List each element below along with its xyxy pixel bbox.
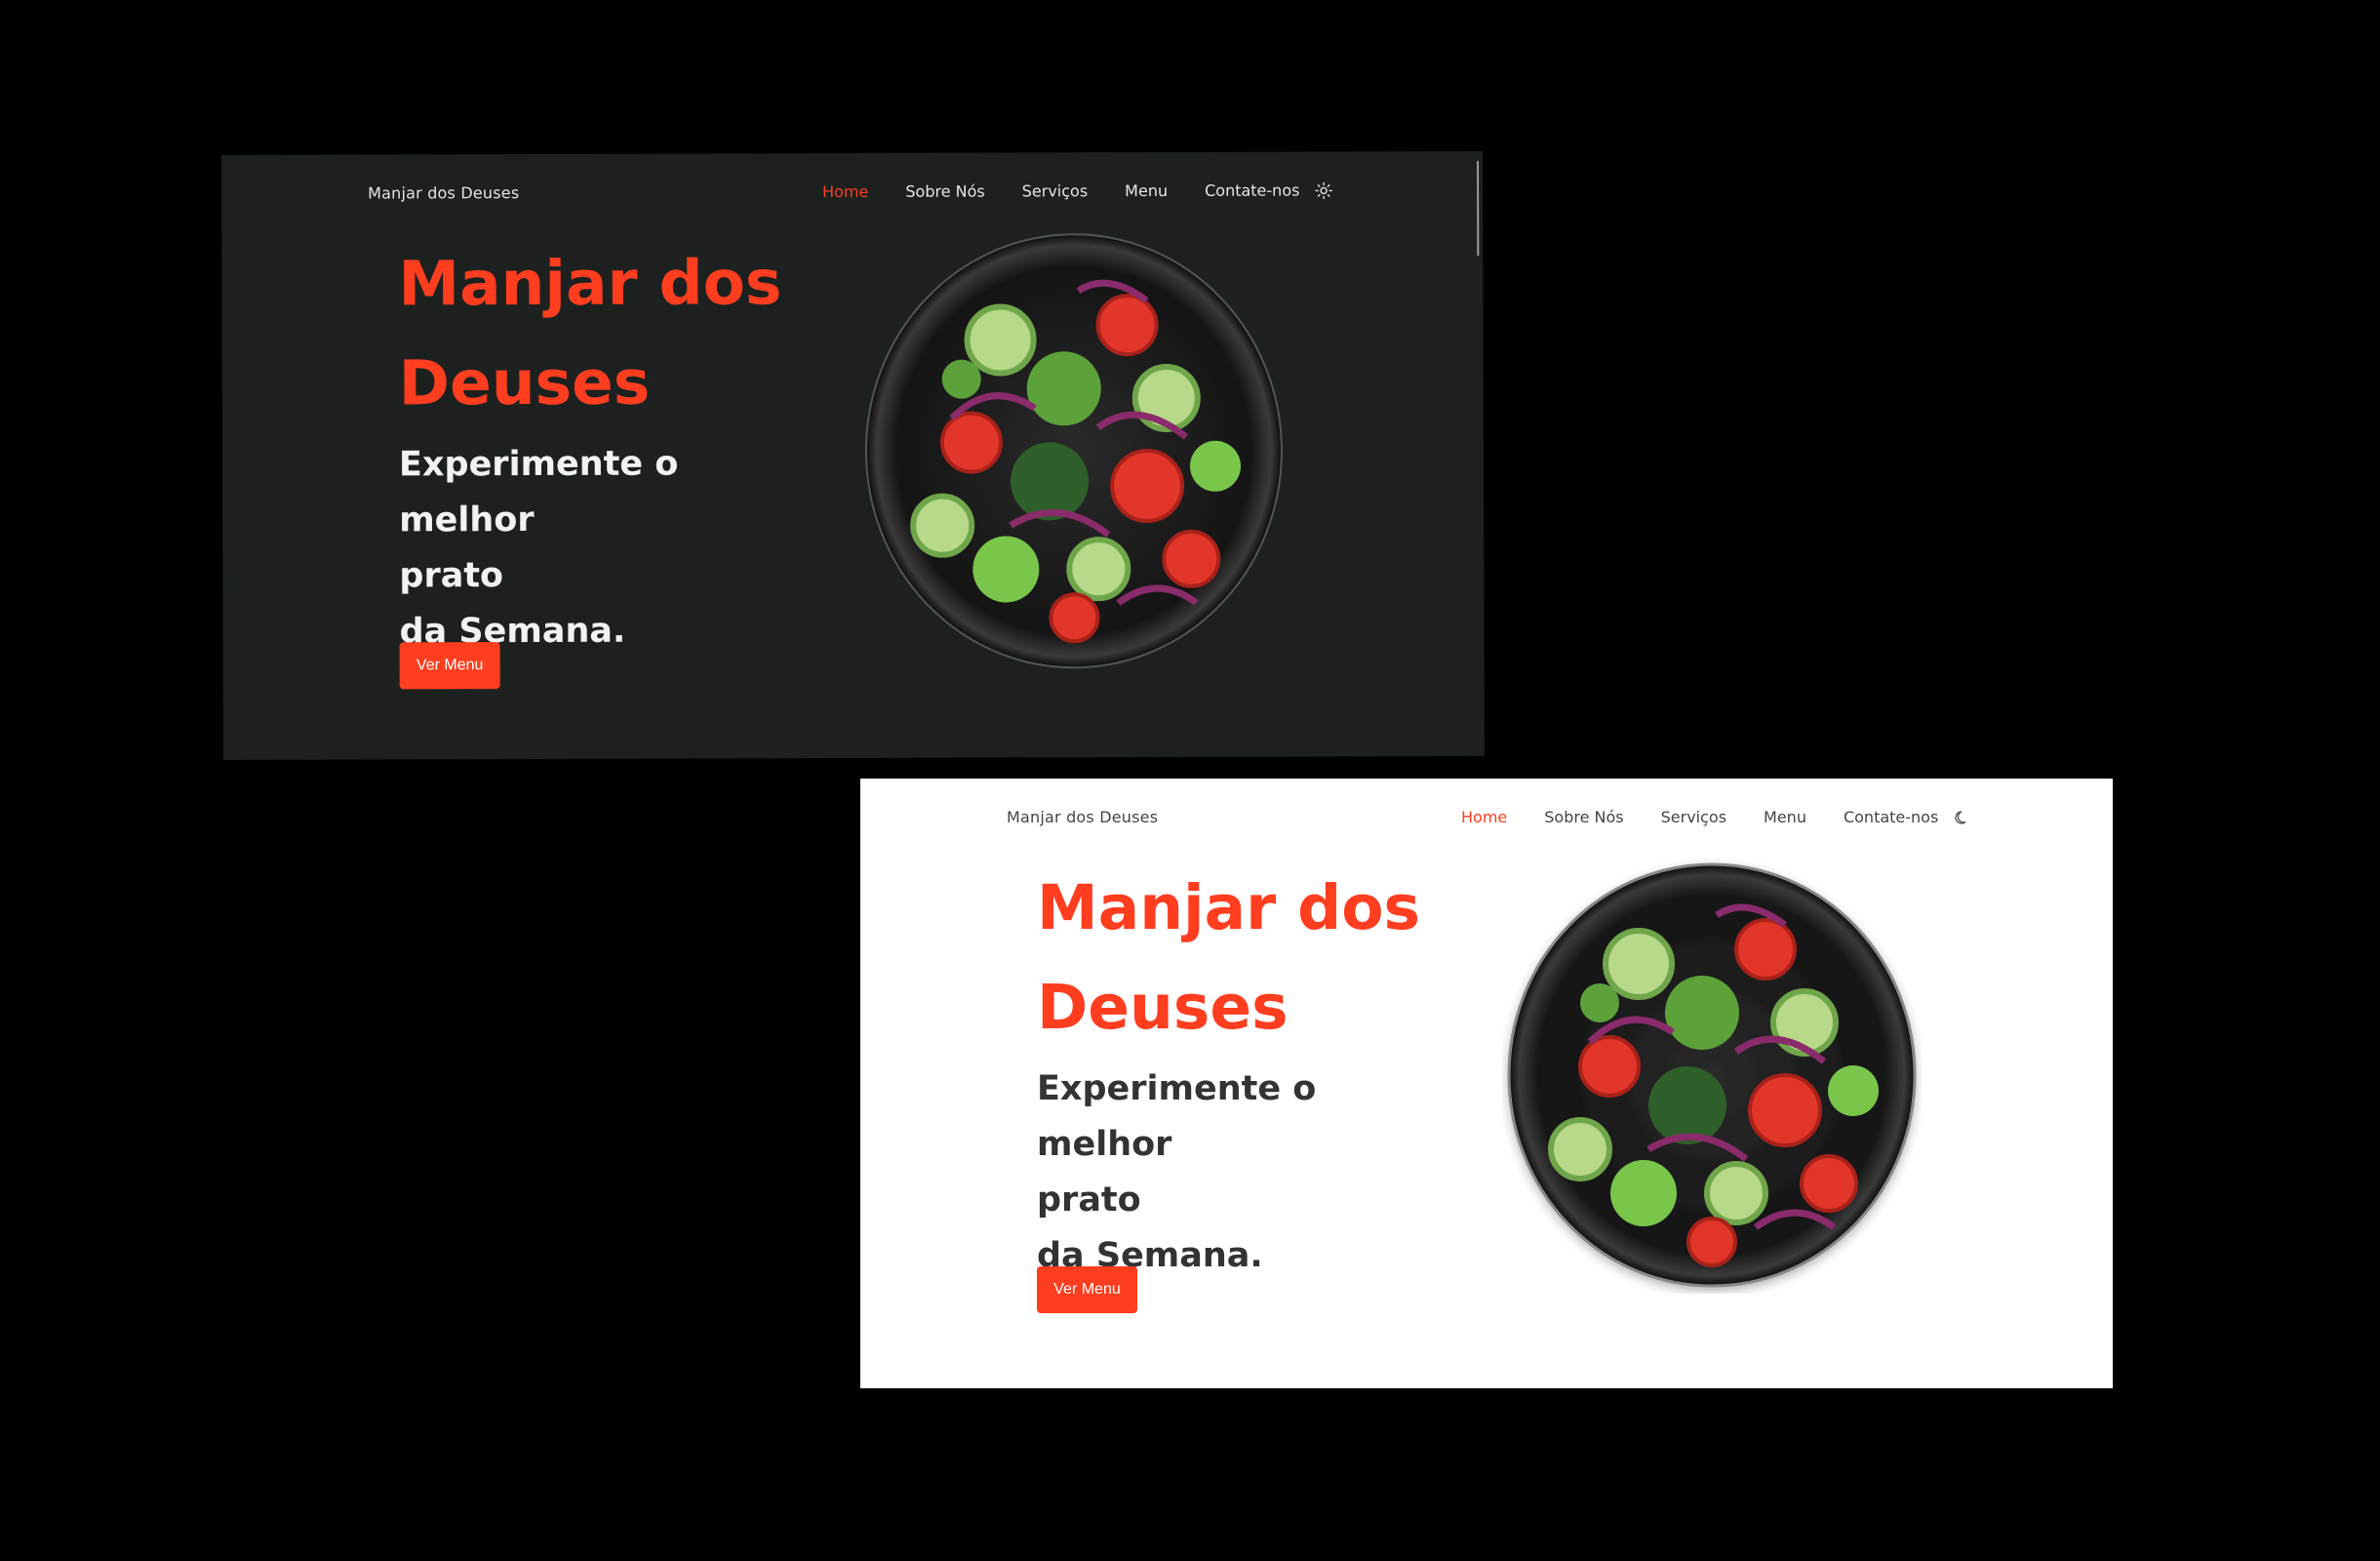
brand-logo[interactable]: Manjar dos Deuses (368, 183, 519, 202)
nav-home[interactable]: Home (1461, 808, 1507, 826)
hero-title: Manjar dos Deuses (1037, 872, 1421, 1043)
nav-menu[interactable]: Menu (1764, 808, 1806, 826)
scrollbar[interactable] (1477, 160, 1480, 256)
light-theme-preview: Manjar dos Deuses Home Sobre Nós Serviço… (860, 779, 2113, 1388)
brand-logo[interactable]: Manjar dos Deuses (1007, 808, 1158, 826)
nav-contate-nos[interactable]: Contate-nos (1844, 808, 1938, 826)
nav-servicos[interactable]: Serviços (1661, 808, 1726, 826)
ver-menu-button[interactable]: Ver Menu (399, 642, 500, 690)
sun-icon[interactable] (1315, 181, 1333, 199)
dark-theme-preview: Manjar dos Deuses Home Sobre Nós Serviço… (221, 150, 1485, 760)
main-nav: Home Sobre Nós Serviços Menu Contate-nos (1461, 808, 1971, 826)
nav-sobre-nos[interactable]: Sobre Nós (905, 182, 984, 201)
nav-home[interactable]: Home (822, 182, 868, 201)
salad-plate-image (1502, 857, 1922, 1294)
nav-menu[interactable]: Menu (1125, 181, 1168, 200)
nav-contate-nos[interactable]: Contate-nos (1205, 181, 1299, 200)
ver-menu-button[interactable]: Ver Menu (1037, 1266, 1137, 1313)
hero-subtitle: Experimente o melhor prato da Semana. (1037, 1069, 1317, 1275)
hero-subtitle: Experimente o melhor prato da Semana. (398, 444, 679, 652)
main-nav: Home Sobre Nós Serviços Menu Contate-nos (822, 180, 1333, 201)
moon-icon[interactable] (1954, 809, 1971, 826)
hero-title: Manjar dos Deuses (398, 247, 782, 420)
salad-plate-image (863, 232, 1284, 670)
nav-sobre-nos[interactable]: Sobre Nós (1544, 808, 1623, 826)
nav-servicos[interactable]: Serviços (1022, 181, 1088, 200)
